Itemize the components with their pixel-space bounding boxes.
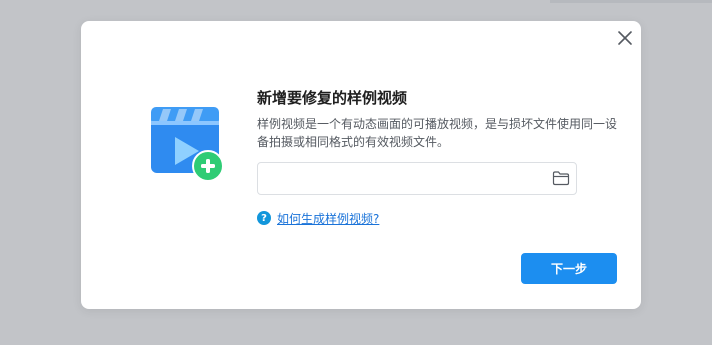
how-to-generate-sample-link[interactable]: 如何生成样例视频? <box>277 210 379 227</box>
folder-icon <box>552 171 570 186</box>
question-circle-icon: ? <box>257 211 271 225</box>
sample-video-path-field <box>257 162 577 195</box>
help-row: ? 如何生成样例视频? <box>257 210 379 226</box>
add-sample-video-dialog: 新增要修复的样例视频 样例视频是一个有动态画面的可播放视频，是与损坏文件使用同一… <box>81 21 641 309</box>
close-button[interactable] <box>615 28 635 48</box>
close-icon <box>618 31 632 45</box>
next-button[interactable]: 下一步 <box>521 253 617 284</box>
dialog-description: 样例视频是一个有动态画面的可播放视频，是与损坏文件使用同一设备拍摄或相同格式的有… <box>257 117 618 149</box>
sample-video-path-input[interactable] <box>258 163 538 194</box>
dialog-title: 新增要修复的样例视频 <box>257 89 408 107</box>
video-add-icon <box>149 103 227 183</box>
background-edge <box>550 0 712 3</box>
browse-folder-button[interactable] <box>552 170 570 186</box>
